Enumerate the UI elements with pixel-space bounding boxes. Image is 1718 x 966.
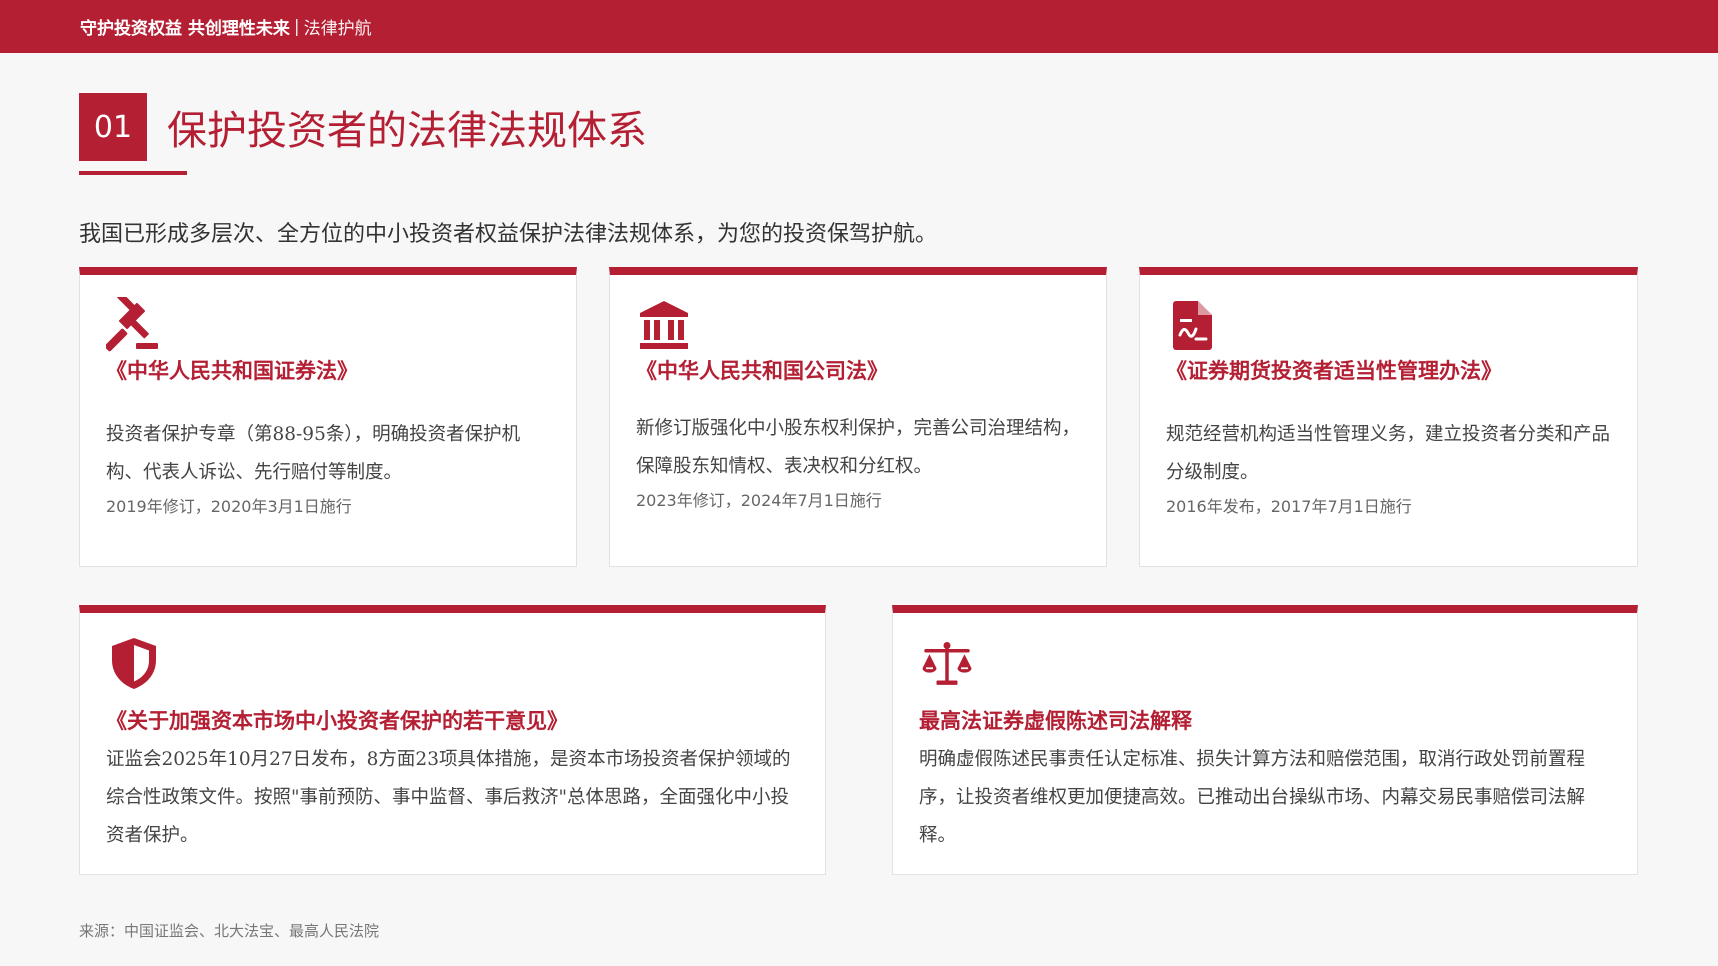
document-icon: [1166, 297, 1222, 353]
intro-text: 我国已形成多层次、全方位的中小投资者权益保护法律法规体系，为您的投资保驾护航。: [79, 222, 938, 247]
shield-icon: [106, 635, 162, 691]
card-description: 明确虚假陈述民事责任认定标准、损失计算方法和赔偿范围，取消行政处罚前置程序，让投…: [919, 749, 1586, 846]
source-note: 来源：中国证监会、北大法宝、最高人民法院: [79, 922, 380, 940]
card-description: 投资者保护专章（第88-95条），明确投资者保护机构、代表人诉讼、先行赔付等制度…: [106, 424, 521, 483]
header-separator: |: [293, 16, 300, 37]
header-title: 守护投资权益 共创理性未来: [80, 19, 290, 39]
card-title: 最高法证券虚假陈述司法解释: [919, 709, 1192, 733]
law-card-suitability-rules: 《证券期货投资者适当性管理办法》 规范经营机构适当性管理义务，建立投资者分类和产…: [1139, 267, 1638, 567]
card-title: 《关于加强资本市场中小投资者保护的若干意见》: [106, 709, 568, 733]
card-description: 规范经营机构适当性管理义务，建立投资者分类和产品分级制度。: [1166, 424, 1611, 483]
section-title: 保护投资者的法律法规体系: [167, 108, 647, 154]
card-date: 2023年修订，2024年7月1日施行: [636, 491, 882, 510]
section-number: 01: [79, 93, 147, 161]
law-card-company-law: 《中华人民共和国公司法》 新修订版强化中小股东权利保护，完善公司治理结构，保障股…: [609, 267, 1107, 567]
card-description: 新修订版强化中小股东权利保护，完善公司治理结构，保障股东知情权、表决权和分红权。: [636, 418, 1081, 477]
card-title: 《中华人民共和国证券法》: [106, 359, 358, 383]
judicial-card-false-statement: 最高法证券虚假陈述司法解释 明确虚假陈述民事责任认定标准、损失计算方法和赔偿范围…: [892, 605, 1638, 875]
card-date: 2019年修订，2020年3月1日施行: [106, 497, 352, 516]
card-description: 证监会2025年10月27日发布，8方面23项具体措施，是资本市场投资者保护领域…: [106, 749, 791, 846]
card-title: 《中华人民共和国公司法》: [636, 359, 888, 383]
gavel-icon: [106, 297, 162, 353]
title-underline: [79, 171, 187, 175]
card-title: 《证券期货投资者适当性管理办法》: [1166, 359, 1502, 383]
bank-icon: [636, 297, 692, 353]
header-bar: 守护投资权益 共创理性未来 | 法律护航: [0, 0, 1718, 53]
section-heading: 01 保护投资者的法律法规体系: [79, 93, 647, 161]
header-subtitle: 法律护航: [303, 19, 372, 39]
law-card-securities-law: 《中华人民共和国证券法》 投资者保护专章（第88-95条），明确投资者保护机构、…: [79, 267, 577, 567]
policy-card-investor-protection-opinions: 《关于加强资本市场中小投资者保护的若干意见》 证监会2025年10月27日发布，…: [79, 605, 826, 875]
scale-icon: [919, 635, 975, 691]
card-date: 2016年发布，2017年7月1日施行: [1166, 497, 1412, 516]
